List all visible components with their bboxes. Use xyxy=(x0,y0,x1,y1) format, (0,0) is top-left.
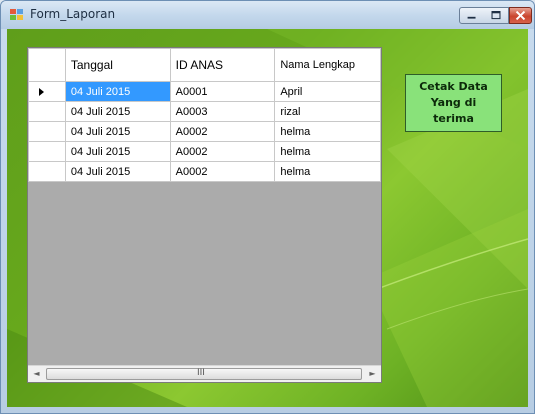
close-button[interactable] xyxy=(509,7,532,24)
cell-nama[interactable]: helma xyxy=(274,141,381,162)
horizontal-scrollbar[interactable]: ◄ III ► xyxy=(28,365,381,382)
row-header[interactable] xyxy=(28,101,66,122)
title-bar[interactable]: Form_Laporan xyxy=(1,1,534,29)
cell-tanggal[interactable]: 04 Juli 2015 xyxy=(64,121,171,142)
cell-nama[interactable]: helma xyxy=(274,121,381,142)
close-icon xyxy=(515,10,526,21)
column-header-tanggal[interactable]: Tanggal xyxy=(64,48,171,82)
cell-tanggal[interactable]: 04 Juli 2015 xyxy=(64,101,171,122)
table-row[interactable]: 04 Juli 2015 A0002 helma xyxy=(28,141,381,162)
form-laporan-window: Form_Laporan Tanggal ID ANAS Nama Lengka… xyxy=(0,0,535,414)
minimize-button[interactable] xyxy=(459,7,485,24)
table-row[interactable]: 04 Juli 2015 A0002 helma xyxy=(28,121,381,142)
cell-id-anas[interactable]: A0002 xyxy=(169,161,276,182)
cell-id-anas[interactable]: A0002 xyxy=(169,141,276,162)
maximize-icon xyxy=(491,11,501,20)
cell-nama[interactable]: April xyxy=(274,81,381,102)
table-row[interactable]: 04 Juli 2015 A0002 helma xyxy=(28,161,381,182)
column-header-nama-lengkap[interactable]: Nama Lengkap xyxy=(274,48,381,82)
cell-tanggal[interactable]: 04 Juli 2015 xyxy=(64,161,171,182)
form-client-area: Tanggal ID ANAS Nama Lengkap 04 Juli 201… xyxy=(7,29,528,407)
cell-tanggal-selected[interactable]: 04 Juli 2015 xyxy=(64,81,171,102)
table-row[interactable]: 04 Juli 2015 A0001 April xyxy=(28,81,381,102)
scroll-left-arrow-icon[interactable]: ◄ xyxy=(28,366,45,382)
table-row[interactable]: 04 Juli 2015 A0003 rizal xyxy=(28,101,381,122)
row-header[interactable] xyxy=(28,141,66,162)
scrollbar-grip: III xyxy=(197,368,205,378)
form-icon xyxy=(10,9,23,20)
cell-tanggal[interactable]: 04 Juli 2015 xyxy=(64,141,171,162)
row-header-current[interactable] xyxy=(28,81,66,102)
column-header-id-anas[interactable]: ID ANAS xyxy=(169,48,276,82)
row-header[interactable] xyxy=(28,161,66,182)
data-grid-table: Tanggal ID ANAS Nama Lengkap 04 Juli 201… xyxy=(28,48,381,182)
cell-nama[interactable]: helma xyxy=(274,161,381,182)
current-row-arrow-icon xyxy=(39,87,44,96)
maximize-button[interactable] xyxy=(484,7,509,24)
cell-id-anas[interactable]: A0001 xyxy=(169,81,276,102)
window-title: Form_Laporan xyxy=(30,7,116,21)
minimize-icon xyxy=(467,16,476,19)
cell-id-anas[interactable]: A0002 xyxy=(169,121,276,142)
cell-nama[interactable]: rizal xyxy=(274,101,381,122)
grid-corner-header[interactable] xyxy=(28,48,66,82)
scrollbar-thumb[interactable]: III xyxy=(46,368,362,380)
cetak-data-button-label: Cetak Data Yang di terima xyxy=(419,80,488,125)
row-header[interactable] xyxy=(28,121,66,142)
scroll-right-arrow-icon[interactable]: ► xyxy=(364,366,381,382)
cell-id-anas[interactable]: A0003 xyxy=(169,101,276,122)
cetak-data-button[interactable]: Cetak Data Yang di terima xyxy=(405,74,502,132)
laporan-data-grid[interactable]: Tanggal ID ANAS Nama Lengkap 04 Juli 201… xyxy=(27,47,382,383)
